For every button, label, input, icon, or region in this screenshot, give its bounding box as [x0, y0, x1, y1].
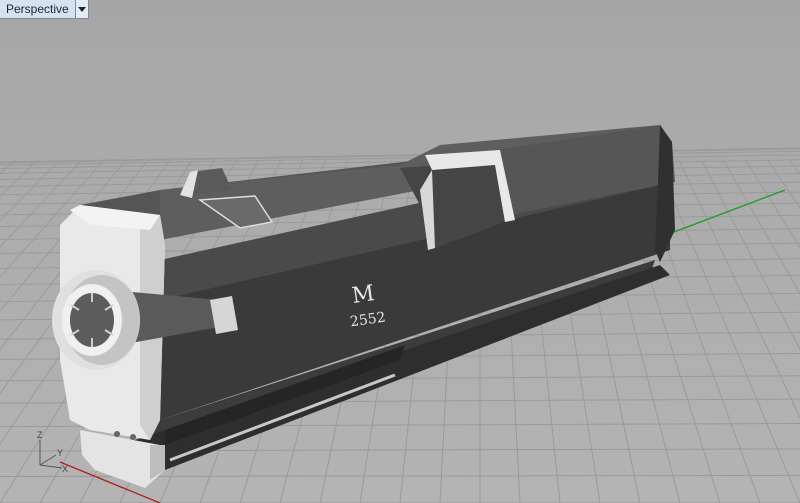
engraving-letter: M	[350, 281, 376, 309]
triad-x-label: X	[62, 464, 68, 474]
pin-hole-right	[130, 434, 136, 440]
pin-hole-left	[114, 431, 120, 437]
perspective-viewport[interactable]: M 2552 Z Y X Perspective	[0, 0, 800, 503]
viewport-title[interactable]: Perspective	[0, 0, 75, 18]
dropdown-arrow-icon[interactable]	[74, 0, 88, 18]
viewport-title-tab[interactable]: Perspective	[0, 0, 89, 19]
triad-z-label: Z	[37, 430, 43, 440]
scene-canvas[interactable]: M 2552 Z Y X	[0, 0, 800, 503]
triad-y-label: Y	[57, 448, 63, 458]
